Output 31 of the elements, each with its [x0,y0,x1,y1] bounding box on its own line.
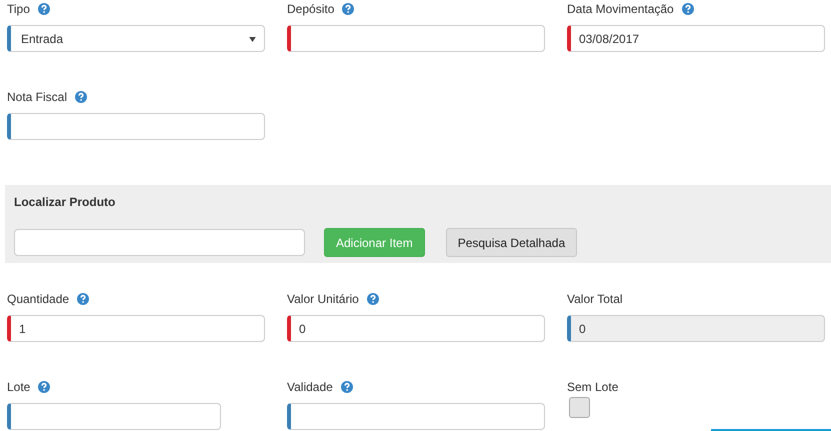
field-label: Quantidade [7,292,70,306]
field-label: Data Movimentação [567,2,674,16]
input-field[interactable]: 1 [7,315,265,342]
field-label: Tipo [7,2,30,16]
help-icon[interactable] [38,381,50,393]
field-label: Depósito [287,2,334,16]
input-field[interactable] [287,25,545,52]
help-icon[interactable] [682,3,694,15]
detailed-search-button[interactable]: Pesquisa Detalhada [446,228,578,257]
product-search-field[interactable] [14,229,305,256]
panel-title: Localizar Produto [14,194,116,211]
field-label: Validade [287,380,333,394]
input-field[interactable]: 03/08/2017 [567,25,825,52]
field-label: Valor Total [567,292,623,306]
input-field[interactable] [287,403,545,430]
help-icon[interactable] [38,3,50,15]
help-icon[interactable] [77,293,90,305]
field-label: Valor Unitário [287,292,359,306]
help-icon[interactable] [342,3,354,15]
field-label: Nota Fiscal [7,90,68,104]
dropdown[interactable]: Entrada [7,25,265,52]
checkbox[interactable] [569,397,590,418]
help-icon[interactable] [75,91,88,103]
help-icon[interactable] [340,381,353,393]
field-label: Lote [7,380,30,394]
field-label: Sem Lote [567,380,618,394]
input-field[interactable] [7,113,265,140]
input-field[interactable]: 0 [287,315,545,342]
input-field[interactable] [7,403,221,430]
caret-icon [249,37,256,42]
help-icon[interactable] [366,293,379,305]
